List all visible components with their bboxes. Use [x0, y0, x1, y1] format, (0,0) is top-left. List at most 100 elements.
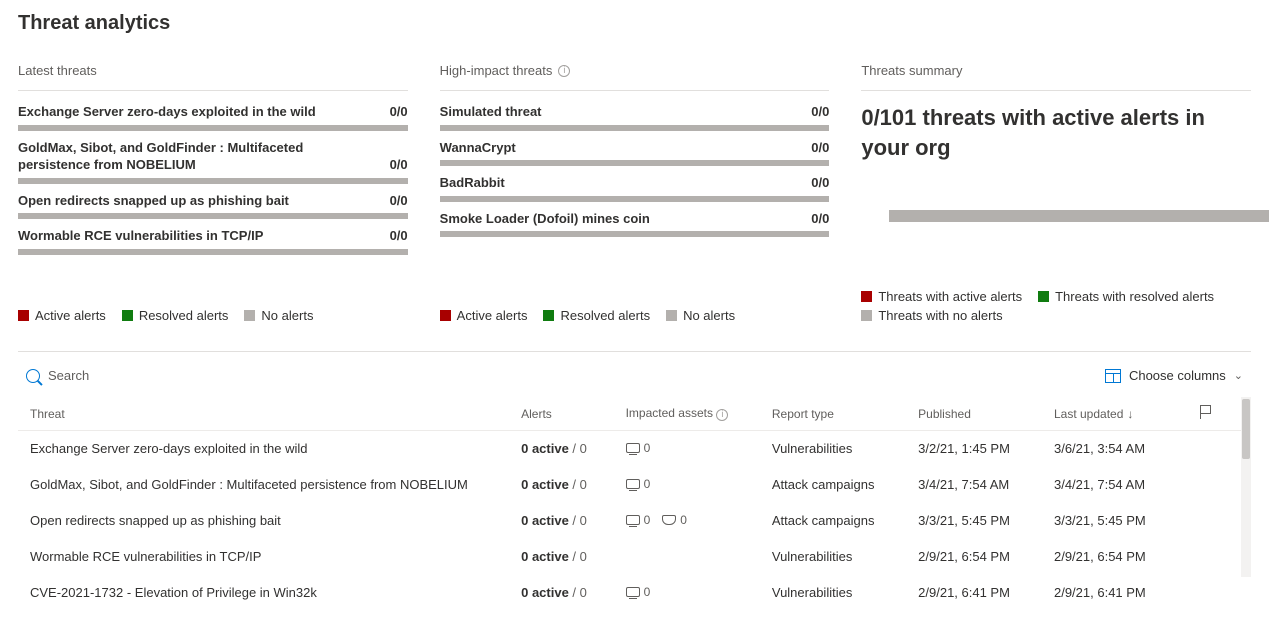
legend-no-alerts: No alerts	[244, 308, 313, 323]
legend-summary: Threats with active alerts Threats with …	[861, 289, 1251, 323]
device-icon	[626, 479, 640, 489]
info-icon[interactable]: i	[558, 65, 570, 77]
device-icon	[626, 443, 640, 453]
cell-last-updated: 2/9/21, 6:41 PM	[1042, 575, 1188, 611]
legend-resolved-alerts: Resolved alerts	[543, 308, 650, 323]
legend-latest: Active alerts Resolved alerts No alerts	[18, 308, 408, 323]
threat-item[interactable]: Wormable RCE vulnerabilities in TCP/IP0/…	[18, 227, 408, 255]
threat-ratio: 0/0	[390, 192, 408, 210]
cell-last-updated: 3/4/21, 7:54 AM	[1042, 467, 1188, 503]
legend-active-alerts: Active alerts	[18, 308, 106, 323]
card-title-latest: Latest threats	[18, 63, 408, 91]
legend-resolved-alerts: Resolved alerts	[122, 308, 229, 323]
table-row[interactable]: GoldMax, Sibot, and GoldFinder : Multifa…	[18, 467, 1251, 503]
threat-item[interactable]: BadRabbit0/0	[440, 174, 830, 202]
threat-name: Wormable RCE vulnerabilities in TCP/IP	[18, 227, 390, 245]
cell-alerts: 0 active / 0	[509, 467, 613, 503]
table-row[interactable]: Exchange Server zero-days exploited in t…	[18, 431, 1251, 467]
cell-report-type: Attack campaigns	[760, 503, 906, 539]
cell-flag[interactable]	[1188, 575, 1251, 611]
cell-last-updated: 2/9/21, 6:54 PM	[1042, 539, 1188, 575]
info-icon[interactable]: i	[716, 409, 728, 421]
card-title-high-impact: High-impact threats i	[440, 63, 830, 91]
threat-bar	[440, 125, 830, 131]
cell-threat: CVE-2021-1732 - Elevation of Privilege i…	[18, 575, 509, 611]
cell-alerts: 0 active / 0	[509, 539, 613, 575]
cell-published: 3/2/21, 1:45 PM	[906, 431, 1042, 467]
threat-ratio: 0/0	[811, 174, 829, 192]
threat-name: Smoke Loader (Dofoil) mines coin	[440, 210, 812, 228]
cell-threat: Exchange Server zero-days exploited in t…	[18, 431, 509, 467]
swatch-gray-icon	[666, 310, 677, 321]
threat-name: BadRabbit	[440, 174, 812, 192]
cell-threat: Open redirects snapped up as phishing ba…	[18, 503, 509, 539]
threat-item[interactable]: Smoke Loader (Dofoil) mines coin0/0	[440, 210, 830, 238]
cell-impacted-assets: 0	[614, 575, 760, 611]
threat-item[interactable]: GoldMax, Sibot, and GoldFinder : Multifa…	[18, 139, 408, 184]
search-input[interactable]: Search	[26, 368, 89, 383]
col-report-type[interactable]: Report type	[760, 397, 906, 431]
card-title-summary: Threats summary	[861, 63, 1251, 91]
threat-ratio: 0/0	[811, 210, 829, 228]
table-row[interactable]: Open redirects snapped up as phishing ba…	[18, 503, 1251, 539]
cell-last-updated: 3/6/21, 3:54 AM	[1042, 431, 1188, 467]
col-alerts[interactable]: Alerts	[509, 397, 613, 431]
swatch-red-icon	[18, 310, 29, 321]
device-count: 0	[626, 441, 651, 455]
scrollbar[interactable]	[1241, 397, 1251, 577]
swatch-red-icon	[861, 291, 872, 302]
threat-item[interactable]: Simulated threat0/0	[440, 103, 830, 131]
threat-bar	[18, 249, 408, 255]
card-latest-threats: Latest threats Exchange Server zero-days…	[18, 63, 408, 323]
swatch-gray-icon	[861, 310, 872, 321]
threat-name: Exchange Server zero-days exploited in t…	[18, 103, 390, 121]
page-title: Threat analytics	[18, 12, 1251, 35]
threat-item[interactable]: WannaCrypt0/0	[440, 139, 830, 167]
col-published[interactable]: Published	[906, 397, 1042, 431]
swatch-gray-icon	[244, 310, 255, 321]
cell-impacted-assets: 00	[614, 503, 760, 539]
threat-item[interactable]: Open redirects snapped up as phishing ba…	[18, 192, 408, 220]
threat-ratio: 0/0	[390, 156, 408, 174]
table-row[interactable]: Wormable RCE vulnerabilities in TCP/IP0 …	[18, 539, 1251, 575]
legend-threats-active: Threats with active alerts	[861, 289, 1022, 304]
threat-name: Open redirects snapped up as phishing ba…	[18, 192, 390, 210]
cell-published: 3/4/21, 7:54 AM	[906, 467, 1042, 503]
card-high-impact-threats: High-impact threats i Simulated threat0/…	[440, 63, 830, 323]
swatch-green-icon	[122, 310, 133, 321]
card-threats-summary: Threats summary 0/101 threats with activ…	[861, 63, 1251, 323]
threat-item[interactable]: Exchange Server zero-days exploited in t…	[18, 103, 408, 131]
cell-alerts: 0 active / 0	[509, 503, 613, 539]
cell-impacted-assets: 0	[614, 431, 760, 467]
scrollbar-thumb[interactable]	[1242, 399, 1250, 459]
summary-bar	[889, 210, 1269, 222]
col-last-updated[interactable]: Last updated↓	[1042, 397, 1188, 431]
legend-no-alerts: No alerts	[666, 308, 735, 323]
mailbox-count: 0	[662, 513, 687, 527]
summary-headline: 0/101 threats with active alerts in your…	[861, 103, 1251, 162]
col-threat[interactable]: Threat	[18, 397, 509, 431]
threat-ratio: 0/0	[811, 139, 829, 157]
cell-alerts: 0 active / 0	[509, 431, 613, 467]
search-placeholder: Search	[48, 368, 89, 383]
swatch-red-icon	[440, 310, 451, 321]
cell-alerts: 0 active / 0	[509, 575, 613, 611]
legend-threats-resolved: Threats with resolved alerts	[1038, 289, 1214, 304]
cell-published: 2/9/21, 6:54 PM	[906, 539, 1042, 575]
cell-report-type: Vulnerabilities	[760, 539, 906, 575]
cell-impacted-assets	[614, 539, 760, 575]
threat-bar	[440, 231, 830, 237]
cell-threat: GoldMax, Sibot, and GoldFinder : Multifa…	[18, 467, 509, 503]
col-impacted-assets[interactable]: Impacted assets i	[614, 397, 760, 431]
legend-threats-none: Threats with no alerts	[861, 308, 1002, 323]
flag-icon	[1200, 405, 1212, 419]
table-row[interactable]: CVE-2021-1732 - Elevation of Privilege i…	[18, 575, 1251, 611]
threat-ratio: 0/0	[390, 227, 408, 245]
swatch-green-icon	[1038, 291, 1049, 302]
swatch-green-icon	[543, 310, 554, 321]
threat-ratio: 0/0	[390, 103, 408, 121]
threat-bar	[440, 160, 830, 166]
threat-bar	[440, 196, 830, 202]
threat-name: WannaCrypt	[440, 139, 812, 157]
choose-columns-button[interactable]: Choose columns ⌄	[1105, 368, 1243, 383]
